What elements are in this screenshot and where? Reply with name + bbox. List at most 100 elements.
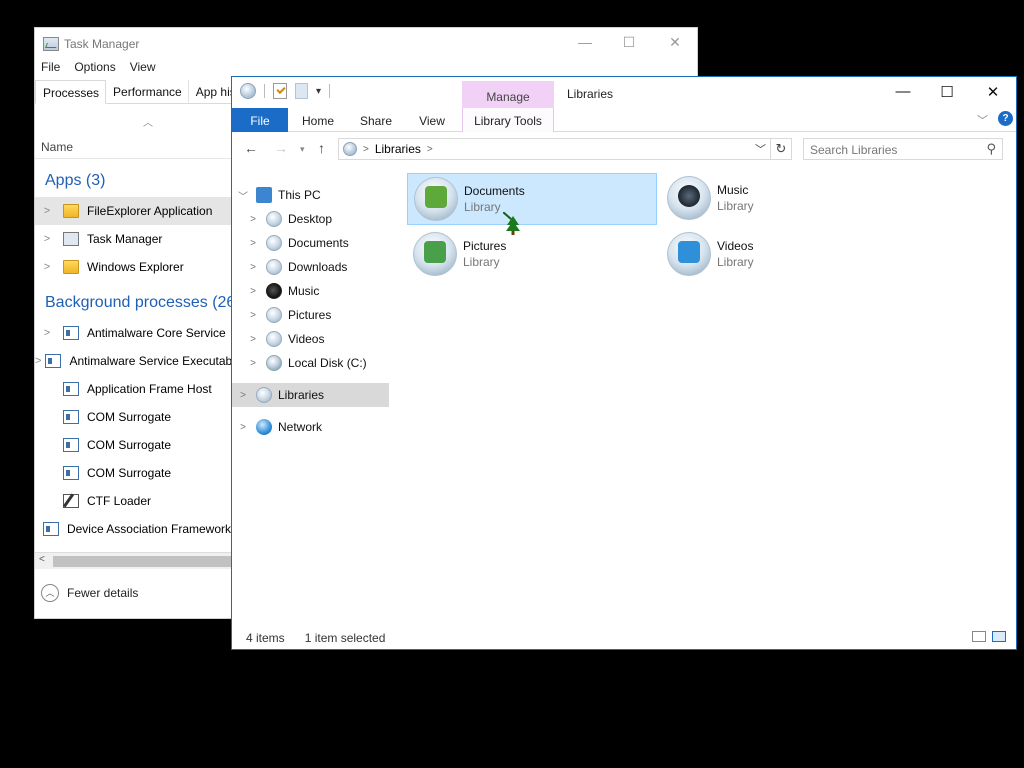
forward-arrow-icon[interactable]: → xyxy=(274,140,288,156)
chevron-right-icon[interactable]: > xyxy=(246,358,260,369)
music-library-icon xyxy=(667,176,711,220)
chevron-right-icon[interactable]: > xyxy=(246,286,260,297)
tile-type: Library xyxy=(717,255,754,269)
address-bar[interactable]: > Libraries > ﹀ xyxy=(338,138,771,160)
toolbar-divider xyxy=(264,84,265,98)
process-row[interactable]: > Antimalware Core Service xyxy=(35,319,231,347)
chevron-right-icon[interactable]: > xyxy=(35,261,59,273)
breadcrumb-separator-icon[interactable]: > xyxy=(427,144,433,155)
process-row[interactable]: Application Frame Host xyxy=(35,375,231,403)
library-tile-videos[interactable]: Videos Library xyxy=(661,229,911,281)
tree-item-pictures[interactable]: > Pictures xyxy=(246,303,331,327)
tree-item-videos[interactable]: > Videos xyxy=(246,327,324,351)
horizontal-scrollbar[interactable]: < xyxy=(35,552,231,569)
process-row[interactable]: COM Surrogate xyxy=(35,431,231,459)
chevron-right-icon[interactable]: > xyxy=(35,233,59,245)
process-row[interactable]: > FileExplorer Application xyxy=(35,197,231,225)
fewer-details-button[interactable]: ︿ Fewer details xyxy=(41,584,138,602)
tree-item-label: Desktop xyxy=(288,212,333,226)
process-row[interactable]: CTF Loader xyxy=(35,487,231,515)
service-icon xyxy=(63,326,79,340)
scrollbar-thumb[interactable] xyxy=(53,556,231,567)
apps-group-header: Apps (3) xyxy=(45,172,106,189)
properties-icon[interactable] xyxy=(273,83,287,99)
chevron-right-icon[interactable]: > xyxy=(35,205,59,217)
tile-type: Library xyxy=(464,200,501,214)
search-icon[interactable]: ⚲ xyxy=(986,141,996,157)
help-icon[interactable]: ? xyxy=(998,111,1013,126)
tree-item-local-disk[interactable]: > Local Disk (C:) xyxy=(246,351,367,375)
process-name: Windows Explorer xyxy=(87,260,184,274)
large-icons-view-icon[interactable] xyxy=(992,631,1006,642)
maximize-icon[interactable]: ☐ xyxy=(619,34,639,51)
tab-library-tools[interactable]: Library Tools xyxy=(462,108,554,132)
chevron-right-icon[interactable]: > xyxy=(35,327,59,339)
menu-view[interactable]: View xyxy=(130,60,156,74)
close-icon[interactable]: ✕ xyxy=(978,83,1008,101)
up-arrow-icon[interactable]: ↑ xyxy=(318,140,325,156)
library-tile-documents[interactable]: Documents Library xyxy=(407,173,657,225)
minimize-icon[interactable]: — xyxy=(888,83,918,100)
tab-performance[interactable]: Performance xyxy=(106,80,189,104)
tree-item-label: Documents xyxy=(288,236,349,250)
chevron-right-icon[interactable]: > xyxy=(35,355,41,367)
expand-ribbon-icon[interactable]: ﹀ xyxy=(977,112,988,128)
chevron-right-icon[interactable]: > xyxy=(236,422,250,433)
process-row[interactable]: Device Association Framework xyxy=(35,515,231,543)
column-header-name[interactable]: Name xyxy=(41,140,73,154)
chevron-right-icon[interactable]: > xyxy=(246,262,260,273)
menu-file[interactable]: File xyxy=(41,60,60,74)
service-icon xyxy=(45,354,62,368)
library-tile-music[interactable]: Music Library xyxy=(661,173,911,225)
process-row[interactable]: COM Surrogate xyxy=(35,459,231,487)
breadcrumb-libraries[interactable]: Libraries xyxy=(375,142,421,156)
breadcrumb-separator-icon[interactable]: > xyxy=(363,144,369,155)
process-row[interactable]: > Task Manager xyxy=(35,225,231,253)
sort-up-icon[interactable]: ︿ xyxy=(143,114,153,129)
search-input[interactable]: Search Libraries ⚲ xyxy=(803,138,1003,160)
back-arrow-icon[interactable]: ← xyxy=(244,140,258,156)
ctf-loader-icon xyxy=(63,494,79,508)
refresh-button[interactable]: ↻ xyxy=(770,138,792,160)
chevron-down-icon[interactable]: ﹀ xyxy=(236,188,250,203)
tab-processes[interactable]: Processes xyxy=(35,80,107,104)
chevron-right-icon[interactable]: > xyxy=(236,390,250,401)
chevron-right-icon[interactable]: > xyxy=(246,238,260,249)
chevron-right-icon[interactable]: > xyxy=(246,334,260,345)
maximize-icon[interactable]: ☐ xyxy=(932,83,962,101)
tab-file[interactable]: File xyxy=(232,108,288,132)
recent-locations-icon[interactable]: ▾ xyxy=(300,144,305,155)
tree-item-documents[interactable]: > Documents xyxy=(246,231,349,255)
process-row[interactable]: COM Surrogate xyxy=(35,403,231,431)
details-view-icon[interactable] xyxy=(972,631,986,642)
selection-count: 1 item selected xyxy=(304,631,386,645)
library-tile-pictures[interactable]: Pictures Library xyxy=(407,229,657,281)
process-row[interactable]: > Antimalware Service Executable xyxy=(35,347,231,375)
tree-item-label: Pictures xyxy=(288,308,332,322)
tree-item-libraries[interactable]: > Libraries xyxy=(232,383,389,407)
chevron-right-icon[interactable]: > xyxy=(246,310,260,321)
tree-item-downloads[interactable]: > Downloads xyxy=(246,255,347,279)
tab-home[interactable]: Home xyxy=(294,108,342,132)
header-divider xyxy=(35,158,231,159)
manage-context-tab[interactable]: Manage xyxy=(462,81,554,110)
process-name: Task Manager xyxy=(87,232,163,246)
tree-item-desktop[interactable]: > Desktop xyxy=(246,207,332,231)
new-folder-icon[interactable] xyxy=(295,83,308,99)
tree-item-music[interactable]: > Music xyxy=(246,279,319,303)
close-icon[interactable]: ✕ xyxy=(665,34,685,51)
minimize-icon[interactable]: — xyxy=(575,34,595,50)
process-name: FileExplorer Application xyxy=(87,204,213,218)
process-row[interactable]: > Windows Explorer xyxy=(35,253,231,281)
chevron-right-icon[interactable]: > xyxy=(246,214,260,225)
customize-toolbar-icon[interactable]: ▾ xyxy=(316,86,321,97)
task-manager-icon xyxy=(63,232,79,246)
tab-view[interactable]: View xyxy=(408,108,456,132)
pictures-library-icon xyxy=(413,232,457,276)
tree-item-this-pc[interactable]: ﹀ This PC xyxy=(236,183,321,207)
menu-options[interactable]: Options xyxy=(74,60,115,74)
scroll-left-icon[interactable]: < xyxy=(39,554,45,565)
address-dropdown-icon[interactable]: ﹀ xyxy=(755,141,766,157)
tab-share[interactable]: Share xyxy=(352,108,400,132)
tree-item-network[interactable]: > Network xyxy=(236,415,322,439)
